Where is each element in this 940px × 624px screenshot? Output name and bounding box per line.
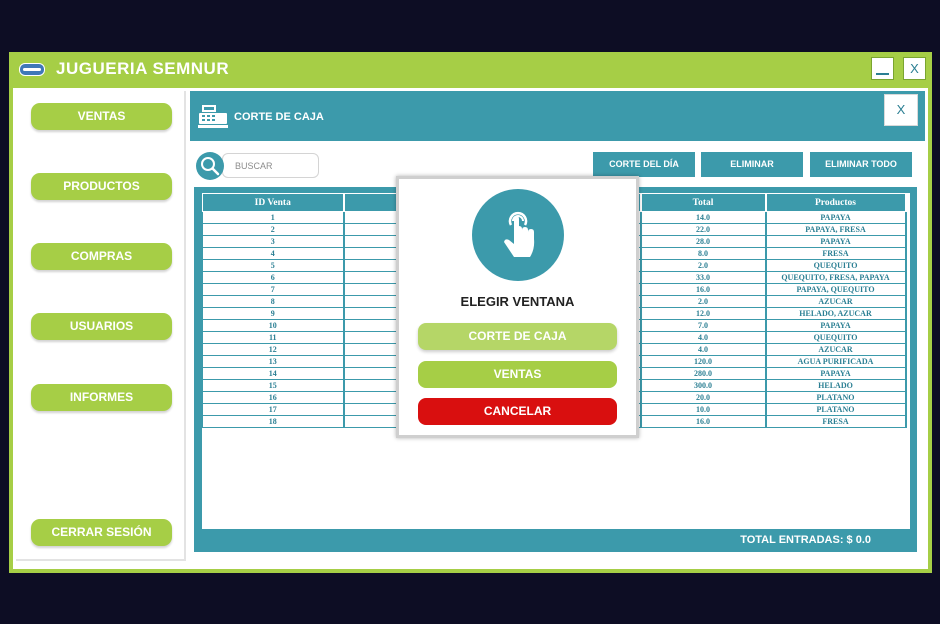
table-cell: 4.0 — [640, 331, 767, 344]
table-cell: 20.0 — [640, 391, 767, 404]
logout-button[interactable]: CERRAR SESIÓN — [31, 519, 172, 546]
table-cell: 2 — [202, 223, 345, 236]
cash-register-icon — [198, 105, 228, 128]
table-cell: PLATANO — [765, 403, 907, 416]
table-cell: PLATANO — [765, 391, 907, 404]
eliminar-button[interactable]: ELIMINAR — [701, 152, 803, 177]
table-cell: PAPAYA — [765, 319, 907, 332]
table-cell: 3 — [202, 235, 345, 248]
ventas-option-button[interactable]: VENTAS — [418, 361, 617, 388]
table-cell: 4 — [202, 247, 345, 260]
table-cell: QUEQUITO — [765, 259, 907, 272]
corte-de-caja-option-button[interactable]: CORTE DE CAJA — [418, 323, 617, 350]
sidebar-item-informes[interactable]: INFORMES — [31, 384, 172, 411]
panel-title: CORTE DE CAJA — [234, 111, 324, 123]
table-cell: 14 — [202, 367, 345, 380]
column-header-total[interactable]: Total — [640, 193, 767, 212]
total-entradas: TOTAL ENTRADAS: $ 0.0 — [740, 534, 871, 546]
table-cell: 5 — [202, 259, 345, 272]
table-cell: AGUA PURIFICADA — [765, 355, 907, 368]
table-cell: FRESA — [765, 247, 907, 260]
table-cell: 18 — [202, 415, 345, 428]
sidebar-item-ventas[interactable]: VENTAS — [31, 103, 172, 130]
table-cell: 16 — [202, 391, 345, 404]
search-icon[interactable] — [196, 152, 224, 180]
cancel-button[interactable]: CANCELAR — [418, 398, 617, 425]
table-cell: PAPAYA — [765, 235, 907, 248]
search-input[interactable] — [222, 153, 319, 178]
table-cell: FRESA — [765, 415, 907, 428]
table-cell: 4.0 — [640, 343, 767, 356]
app-logo — [19, 63, 45, 76]
column-header-productos[interactable]: Productos — [765, 193, 907, 212]
table-cell: 10 — [202, 319, 345, 332]
table-cell: 9 — [202, 307, 345, 320]
sidebar-item-compras[interactable]: COMPRAS — [31, 243, 172, 270]
table-cell: PAPAYA, QUEQUITO — [765, 283, 907, 296]
eliminar-todo-button[interactable]: ELIMINAR TODO — [810, 152, 912, 177]
table-cell: PAPAYA — [765, 367, 907, 380]
table-cell: 12 — [202, 343, 345, 356]
app-title: JUGUERIA SEMNUR — [56, 59, 230, 78]
table-cell: 280.0 — [640, 367, 767, 380]
table-cell: 22.0 — [640, 223, 767, 236]
table-cell: 7 — [202, 283, 345, 296]
minimize-button[interactable] — [871, 57, 894, 80]
table-cell: 28.0 — [640, 235, 767, 248]
table-cell: 7.0 — [640, 319, 767, 332]
table-cell: 2.0 — [640, 295, 767, 308]
table-cell: 16.0 — [640, 283, 767, 296]
table-cell: AZUCAR — [765, 295, 907, 308]
sidebar: VENTAS PRODUCTOS COMPRAS USUARIOS INFORM… — [16, 91, 186, 561]
table-cell: HELADO — [765, 379, 907, 392]
table-cell: QUEQUITO — [765, 331, 907, 344]
table-cell: AZUCAR — [765, 343, 907, 356]
panel-close-button[interactable]: X — [884, 94, 918, 126]
dialog-title: ELEGIR VENTANA — [460, 294, 575, 309]
table-cell: 15 — [202, 379, 345, 392]
table-cell: 11 — [202, 331, 345, 344]
table-cell: 17 — [202, 403, 345, 416]
table-cell: 2.0 — [640, 259, 767, 272]
table-cell: 10.0 — [640, 403, 767, 416]
table-cell: QUEQUITO, FRESA, PAPAYA — [765, 271, 907, 284]
corte-del-dia-button[interactable]: CORTE DEL DÍA — [593, 152, 695, 177]
table-cell: 33.0 — [640, 271, 767, 284]
table-cell: 6 — [202, 271, 345, 284]
table-cell: HELADO, AZUCAR — [765, 307, 907, 320]
table-cell: 1 — [202, 211, 345, 224]
table-cell: PAPAYA, FRESA — [765, 223, 907, 236]
hand-pointer-icon — [472, 189, 564, 281]
table-cell: 16.0 — [640, 415, 767, 428]
table-cell: 120.0 — [640, 355, 767, 368]
table-cell: 8 — [202, 295, 345, 308]
table-cell: 300.0 — [640, 379, 767, 392]
panel-header: CORTE DE CAJA X — [190, 91, 925, 141]
sidebar-item-productos[interactable]: PRODUCTOS — [31, 173, 172, 200]
title-bar: JUGUERIA SEMNUR X — [9, 52, 932, 88]
table-cell: 13 — [202, 355, 345, 368]
close-window-button[interactable]: X — [903, 57, 926, 80]
column-header-id-venta[interactable]: ID Venta — [202, 193, 345, 212]
table-cell: PAPAYA — [765, 211, 907, 224]
table-cell: 12.0 — [640, 307, 767, 320]
elegir-ventana-dialog: ELEGIR VENTANA CORTE DE CAJA VENTAS CANC… — [396, 176, 639, 438]
table-cell: 14.0 — [640, 211, 767, 224]
table-cell: 8.0 — [640, 247, 767, 260]
sidebar-item-usuarios[interactable]: USUARIOS — [31, 313, 172, 340]
